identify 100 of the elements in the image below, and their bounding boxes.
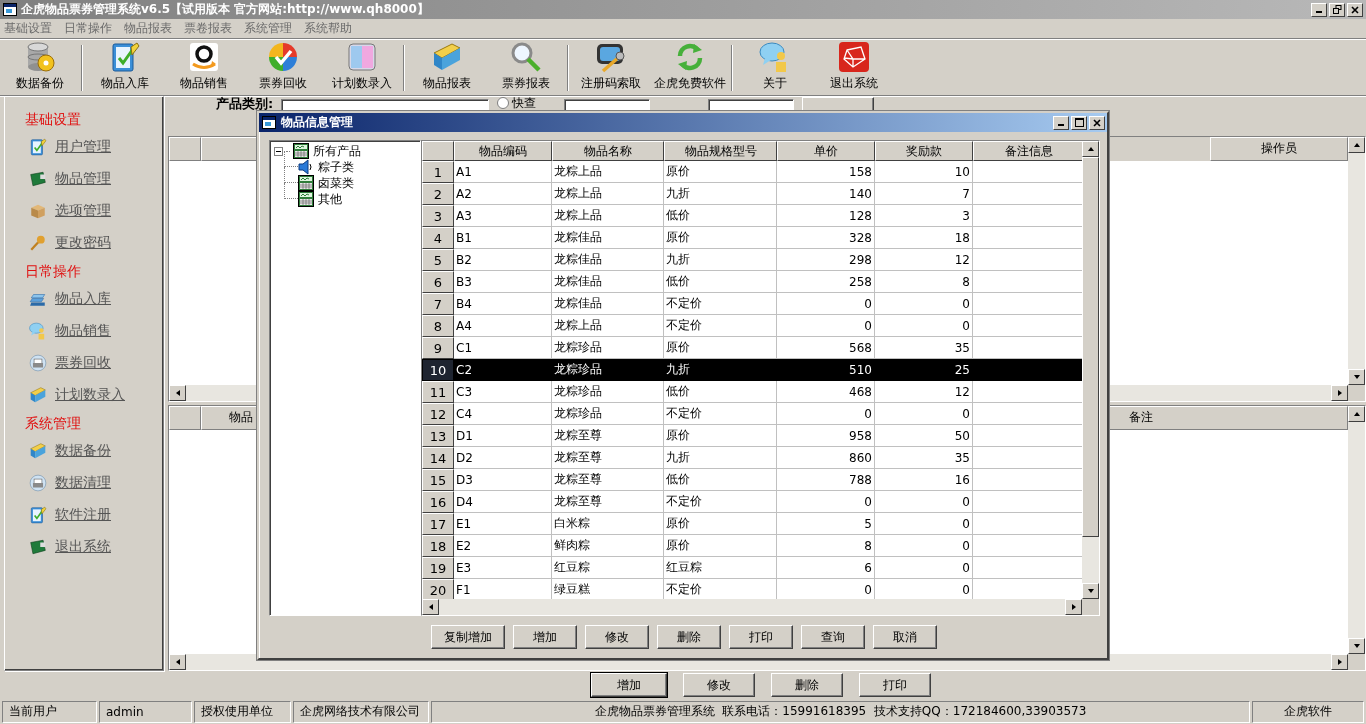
scroll-thumb[interactable]	[1082, 157, 1099, 537]
table-row[interactable]: 13 D1 龙粽至尊 原价 958 50	[422, 425, 1082, 447]
maximize-button[interactable]	[1071, 115, 1087, 130]
scrollbar[interactable]	[1348, 405, 1365, 654]
table-row[interactable]: 15 D3 龙粽至尊 低价 788 16	[422, 469, 1082, 491]
scroll-right-button[interactable]	[1065, 599, 1082, 615]
scrollbar[interactable]	[1082, 141, 1099, 599]
row-header: 12	[422, 403, 454, 425]
sidebar-link[interactable]: 软件注册	[55, 505, 111, 524]
table-row[interactable]: 6 B3 龙粽佳品 低价 258 8	[422, 271, 1082, 293]
table-row[interactable]: 11 C3 龙粽珍品 低价 468 12	[422, 381, 1082, 403]
toolbar-button[interactable]: 退出系统	[814, 40, 893, 95]
sidebar-link[interactable]: 数据清理	[55, 473, 111, 492]
menu-item[interactable]: 物品报表	[124, 19, 172, 37]
table-row[interactable]: 7 B4 龙粽佳品 不定价 0 0	[422, 293, 1082, 315]
row-header: 7	[422, 293, 454, 315]
speaker-icon	[298, 159, 314, 175]
table-row[interactable]: 12 C4 龙粽珍品 不定价 0 0	[422, 403, 1082, 425]
table-row[interactable]: 3 A3 龙粽上品 低价 128 3	[422, 205, 1082, 227]
table-row[interactable]: 17 E1 白米粽 原价 5 0	[422, 513, 1082, 535]
table-row[interactable]: 16 D4 龙粽至尊 不定价 0 0	[422, 491, 1082, 513]
action-button[interactable]: 增加	[591, 673, 667, 698]
sidebar-link[interactable]: 数据备份	[55, 441, 111, 460]
scroll-left-button[interactable]	[422, 599, 439, 615]
sidebar-link[interactable]: 物品管理	[55, 169, 111, 188]
dialog-button[interactable]: 复制增加	[431, 625, 505, 649]
table-row[interactable]: 8 A4 龙粽上品 不定价 0 0	[422, 315, 1082, 337]
scroll-up-button[interactable]	[1348, 136, 1365, 153]
tree-item[interactable]: 卤菜类	[317, 174, 355, 192]
row-header: 13	[422, 425, 454, 447]
table-row[interactable]: 1 A1 龙粽上品 原价 158 10	[422, 161, 1082, 183]
down-arrow-icon	[1086, 587, 1095, 595]
sidebar-link[interactable]: 物品销售	[55, 321, 111, 340]
toolbar-button[interactable]: 计划数录入	[322, 40, 401, 95]
dialog-button[interactable]: 取消	[873, 625, 937, 649]
scroll-down-button[interactable]	[1082, 583, 1099, 599]
close-button[interactable]	[1347, 2, 1363, 17]
toolbar-button[interactable]: 企虎免费软件	[650, 40, 729, 95]
action-button[interactable]: 删除	[771, 673, 843, 698]
status-panel: 当前用户	[2, 700, 97, 723]
sidebar-link[interactable]: 物品入库	[55, 289, 111, 308]
collapse-icon[interactable]	[274, 146, 283, 156]
scrollbar[interactable]	[422, 599, 1082, 615]
scrollbar[interactable]	[1348, 136, 1365, 385]
close-icon	[1093, 118, 1101, 127]
menu-item[interactable]: 日常操作	[64, 19, 112, 37]
row-header: 1	[422, 161, 454, 183]
dialog-button[interactable]: 打印	[729, 625, 793, 649]
minimize-button[interactable]	[1053, 115, 1069, 130]
right-arrow-icon	[1335, 388, 1344, 397]
toolbar-button[interactable]: 票券报表	[486, 40, 565, 95]
row-header: 3	[422, 205, 454, 227]
minimize-icon	[1316, 11, 1322, 13]
toolbar-button[interactable]: 物品销售	[164, 40, 243, 95]
menu-item[interactable]: 系统帮助	[304, 19, 352, 37]
dialog-button[interactable]: 修改	[585, 625, 649, 649]
radio-button[interactable]: 快查	[497, 96, 537, 110]
row-header: 2	[422, 183, 454, 205]
table-row[interactable]: 18 E2 鲜肉粽 原价 8 0	[422, 535, 1082, 557]
menu-item[interactable]: 基础设置	[4, 19, 52, 37]
section-heading: 基础设置	[25, 109, 81, 129]
minimize-button[interactable]	[1311, 2, 1327, 17]
sidebar-link[interactable]: 用户管理	[55, 137, 111, 156]
scroll-up-button[interactable]	[1082, 141, 1099, 157]
tree-item[interactable]: 其他	[317, 190, 343, 208]
close-button[interactable]	[1089, 115, 1105, 130]
tree-item[interactable]: 粽子类	[317, 158, 355, 176]
dialog-button[interactable]: 增加	[513, 625, 577, 649]
menu-item[interactable]: 系统管理	[244, 19, 292, 37]
calculator-icon	[298, 175, 314, 191]
scroll-up-button[interactable]	[1348, 405, 1365, 422]
table-row[interactable]: 4 B1 龙粽佳品 原价 328 18	[422, 227, 1082, 249]
tree-item[interactable]: 所有产品	[312, 142, 362, 160]
table-row[interactable]: 14 D2 龙粽至尊 九折 860 35	[422, 447, 1082, 469]
toolbar-button[interactable]: 票券回收	[243, 40, 322, 95]
table-row[interactable]: 19 E3 红豆粽 红豆粽 6 0	[422, 557, 1082, 579]
dialog-button[interactable]: 查询	[801, 625, 865, 649]
row-header: 16	[422, 491, 454, 513]
action-button[interactable]: 打印	[859, 673, 931, 698]
action-button[interactable]: 修改	[683, 673, 755, 698]
sidebar-link[interactable]: 更改密码	[55, 233, 111, 252]
sidebar-link[interactable]: 票券回收	[55, 353, 111, 372]
table-row[interactable]: 5 B2 龙粽佳品 九折 298 12	[422, 249, 1082, 271]
sidebar-link[interactable]: 退出系统	[55, 537, 111, 556]
sidebar-link[interactable]: 计划数录入	[55, 385, 125, 404]
restore-button[interactable]	[1329, 2, 1345, 17]
table-row[interactable]: 2 A2 龙粽上品 九折 140 7	[422, 183, 1082, 205]
dialog-button[interactable]: 删除	[657, 625, 721, 649]
row-header: 14	[422, 447, 454, 469]
toolbar-button[interactable]: 物品报表	[407, 40, 486, 95]
toolbar-button[interactable]: 物品入库	[85, 40, 164, 95]
sidebar-link[interactable]: 选项管理	[55, 201, 111, 220]
table-row[interactable]: 9 C1 龙粽珍品 原价 568 35	[422, 337, 1082, 359]
calculator-icon	[293, 143, 309, 159]
window-tile-icon	[345, 40, 378, 73]
field-label: 产品类别:	[216, 96, 274, 111]
toolbar-button[interactable]: 数据备份	[0, 40, 79, 95]
toolbar-button[interactable]: 关于	[735, 40, 814, 95]
toolbar-button[interactable]: 注册码索取	[571, 40, 650, 95]
menu-item[interactable]: 票卷报表	[184, 19, 232, 37]
